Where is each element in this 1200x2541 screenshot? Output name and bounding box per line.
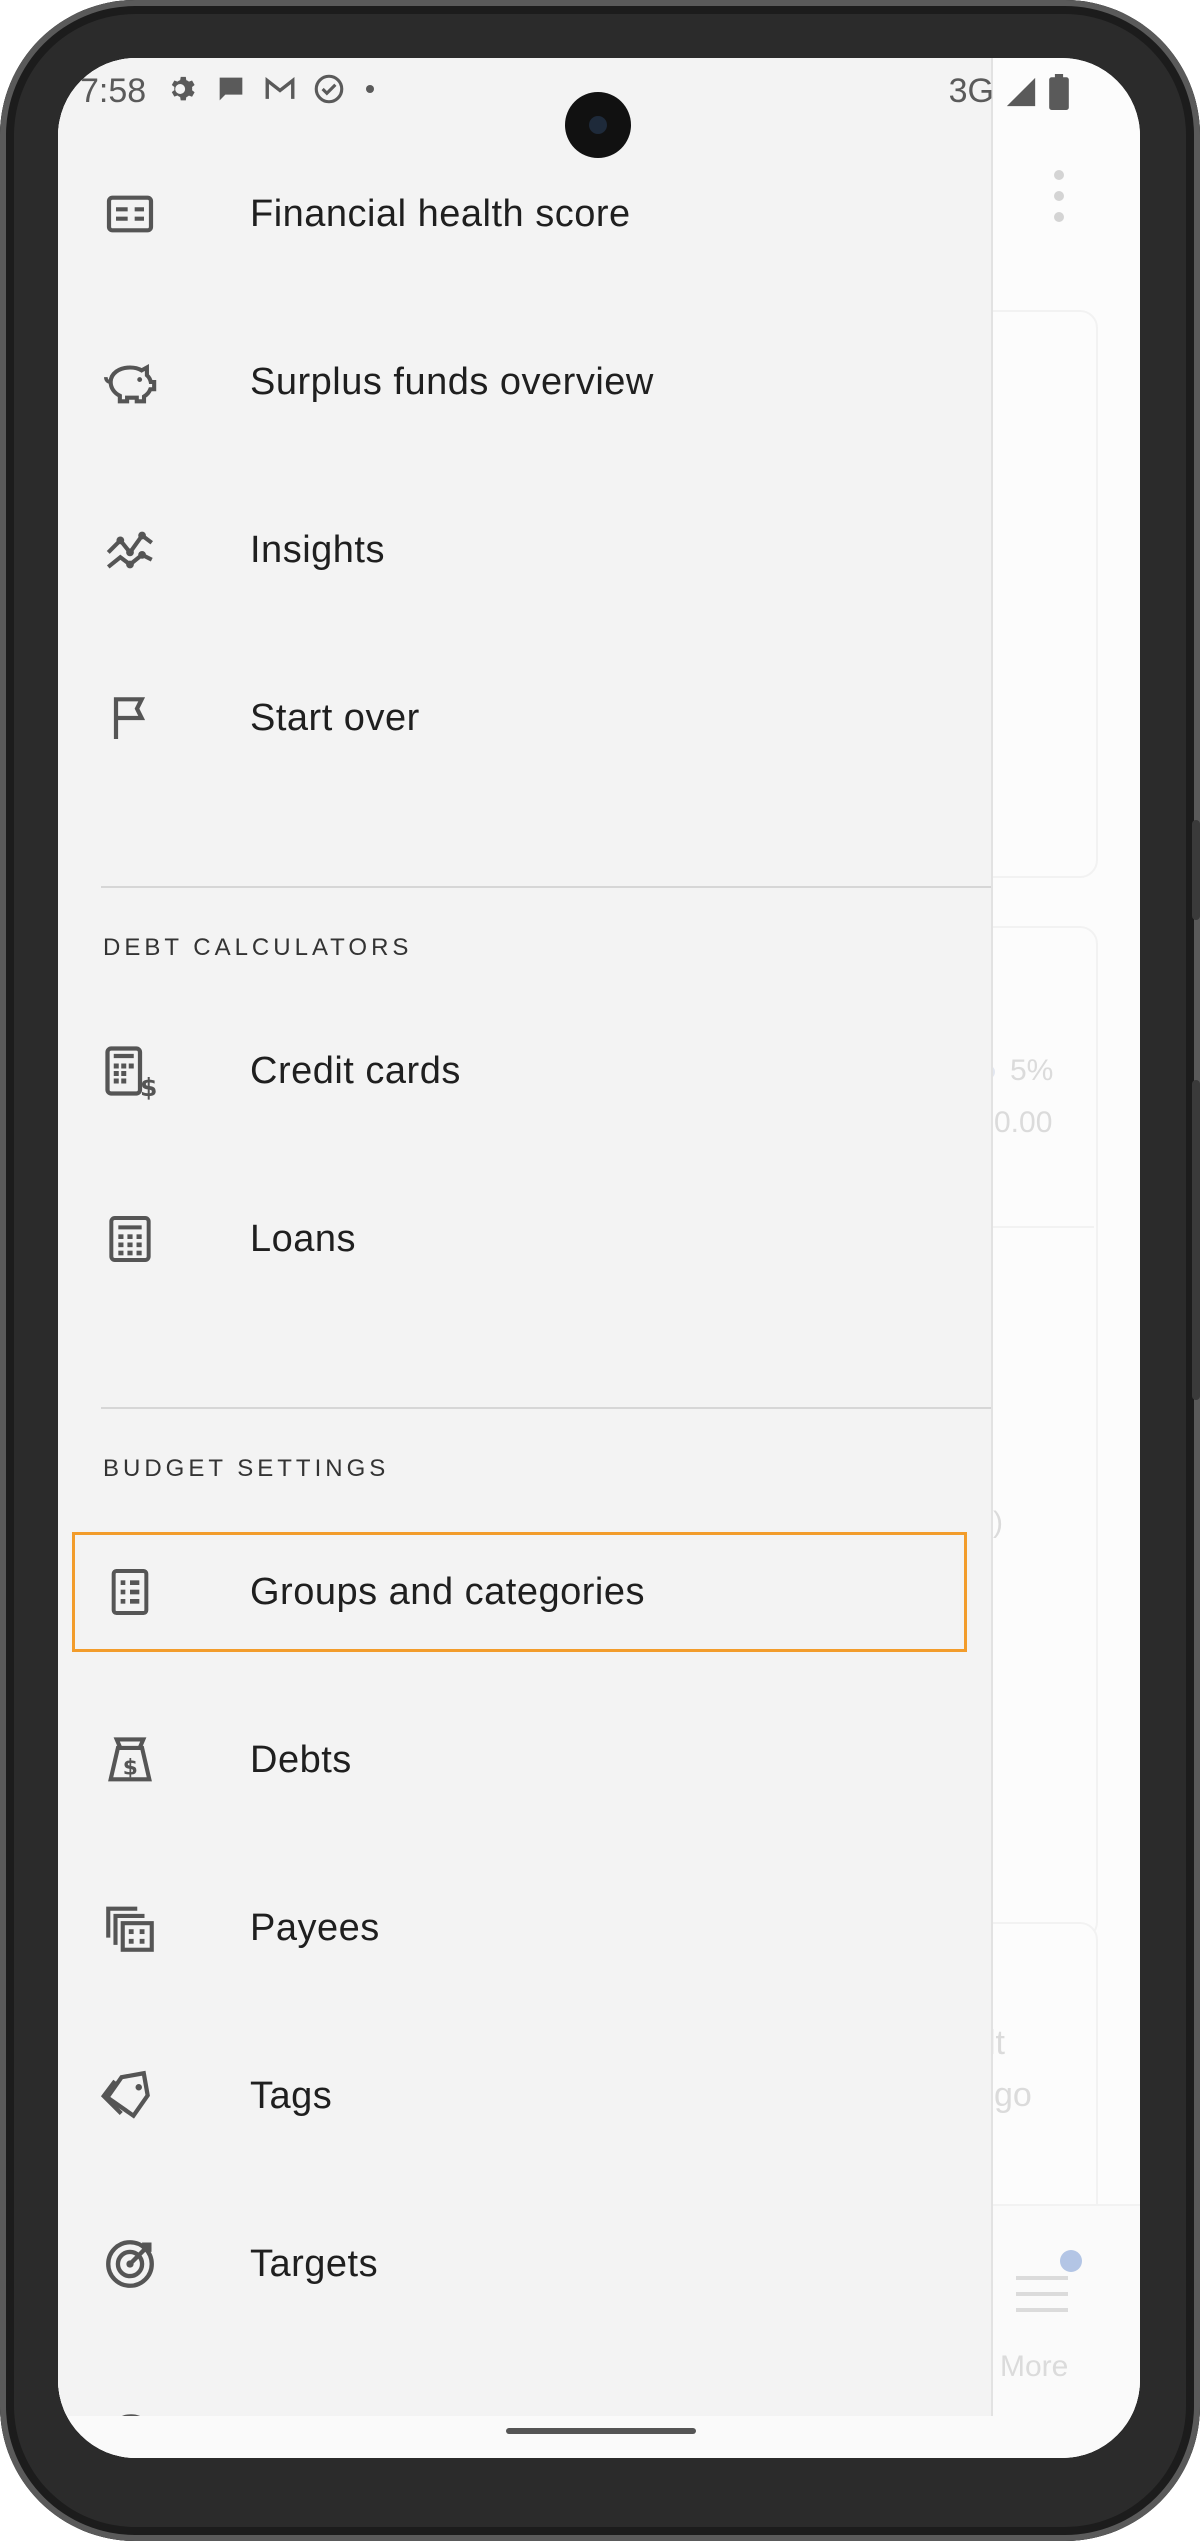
signal-icon bbox=[1006, 77, 1036, 106]
power-button bbox=[1192, 820, 1200, 920]
menu-item-surplus-funds-overview[interactable]: Surplus funds overview bbox=[58, 321, 991, 443]
menu-item-label: Surplus funds overview bbox=[250, 360, 654, 403]
front-camera bbox=[565, 92, 631, 158]
tags-icon bbox=[100, 2066, 160, 2126]
volume-button bbox=[1192, 1080, 1200, 1400]
section-header-debt-calculators: DEBT CALCULATORS bbox=[103, 934, 413, 961]
system-status: 3G bbox=[949, 72, 1070, 111]
status-time: 7:58 bbox=[80, 72, 147, 110]
menu-item-insights[interactable]: Insights bbox=[58, 489, 991, 611]
phone-frame: 5% 0.00 s) lt go More 7:5 bbox=[0, 0, 1200, 2541]
menu-item-groups-and-categories[interactable]: Groups and categories bbox=[58, 1531, 991, 1653]
menu-item-label: Start over bbox=[250, 696, 420, 739]
flag-icon bbox=[100, 688, 160, 748]
section-header-budget-settings: BUDGET SETTINGS bbox=[103, 1455, 390, 1482]
battery-icon bbox=[1049, 73, 1069, 110]
calculator-dollar-icon: $ bbox=[100, 1041, 160, 1101]
check-circle-icon bbox=[314, 74, 344, 104]
insights-icon bbox=[100, 520, 160, 580]
menu-item-label: Tags bbox=[250, 2074, 333, 2117]
chat-icon bbox=[219, 77, 243, 101]
money-bag-icon: $ bbox=[100, 1730, 160, 1790]
menu-item-label: Debts bbox=[250, 1738, 352, 1781]
menu-item-tags[interactable]: Tags bbox=[58, 2035, 991, 2157]
menu-item-loans[interactable]: Loans bbox=[58, 1178, 991, 1300]
navigation-drawer: Financial health score Surplus funds ove… bbox=[58, 58, 993, 2416]
section-divider bbox=[101, 1407, 991, 1409]
menu-item-label: Groups and categories bbox=[250, 1570, 645, 1613]
menu-item-label: Payees bbox=[250, 1906, 380, 1949]
menu-item-credit-cards[interactable]: $ Credit cards bbox=[58, 1010, 991, 1132]
calculator-icon bbox=[100, 1209, 160, 1269]
scorecard-icon bbox=[100, 184, 160, 244]
menu-item-label: Loans bbox=[250, 1217, 357, 1260]
menu-item-label: Financial health score bbox=[250, 192, 631, 235]
list-sheet-icon bbox=[100, 1562, 160, 1622]
menu-item-label: Targets bbox=[250, 2242, 379, 2285]
menu-item-start-over[interactable]: Start over bbox=[58, 657, 991, 779]
menu-item-label: Credit cards bbox=[250, 1049, 461, 1092]
buildings-icon bbox=[100, 1898, 160, 1958]
partial-menu-item-icon bbox=[106, 2402, 156, 2416]
svg-text:$: $ bbox=[123, 1756, 138, 1781]
gear-icon bbox=[171, 76, 195, 101]
menu-item-debts[interactable]: $ Debts bbox=[58, 1699, 991, 1821]
target-icon bbox=[100, 2234, 160, 2294]
menu-item-targets[interactable]: Targets bbox=[58, 2203, 991, 2325]
piggy-bank-icon bbox=[100, 352, 160, 412]
menu-item-label: Insights bbox=[250, 528, 385, 571]
notification-icons bbox=[166, 72, 380, 106]
svg-text:$: $ bbox=[140, 1073, 157, 1101]
gmail-icon bbox=[265, 77, 295, 99]
section-divider bbox=[101, 886, 991, 888]
menu-item-financial-health-score[interactable]: Financial health score bbox=[58, 153, 991, 275]
menu-item-payees[interactable]: Payees bbox=[58, 1867, 991, 1989]
screen: 5% 0.00 s) lt go More 7:5 bbox=[58, 58, 1140, 2458]
dot-icon bbox=[366, 85, 374, 93]
network-type: 3G bbox=[948, 72, 994, 110]
home-indicator[interactable] bbox=[506, 2428, 696, 2434]
